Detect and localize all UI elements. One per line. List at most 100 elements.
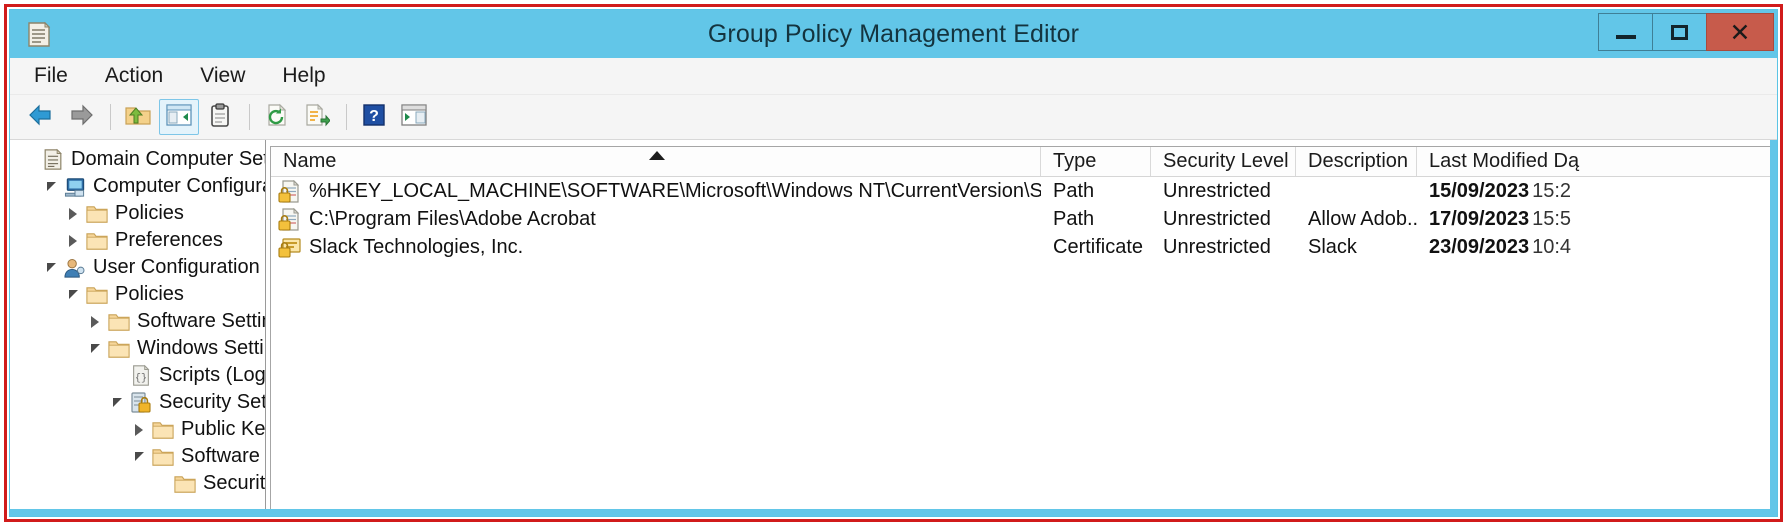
table-row[interactable]: Slack Technologies, Inc. Certificate Unres… <box>271 233 1777 261</box>
tree-item-policies[interactable]: Policies <box>10 200 265 227</box>
tree-item-label: Software Settings <box>137 310 265 332</box>
menu-item-action[interactable]: Action <box>103 62 165 90</box>
folder-icon <box>84 284 109 306</box>
expand-collapse-chevron-icon[interactable] <box>62 207 84 220</box>
folder-icon <box>84 203 109 225</box>
cell-security-level: Unrestricted <box>1163 207 1271 230</box>
tree-item-user-configuration[interactable]: User Configuration <box>10 254 265 281</box>
column-header-type[interactable]: Type <box>1041 147 1151 176</box>
cell-description: Allow Adob... <box>1308 207 1417 230</box>
path-rule-locked-icon <box>277 179 303 203</box>
tree-item-scripts-logon-logoff[interactable]: {} Scripts (Logon/Logoff) <box>10 362 265 389</box>
tree-item-public-key-policies[interactable]: Public Key Policies <box>10 416 265 443</box>
modified-time-label: 15:5 <box>1532 207 1572 230</box>
tree-item-security-levels[interactable]: Security Levels <box>10 470 265 497</box>
list-rows[interactable]: %HKEY_LOCAL_MACHINE\SOFTWARE\Microsoft\W… <box>271 177 1777 509</box>
tree-item-software-settings[interactable]: Software Settings <box>10 308 265 335</box>
show-hide-console-tree-button[interactable] <box>159 99 199 135</box>
toolbar: ? <box>10 95 1777 140</box>
window-body: Domain Computer Settings Computer Configu… <box>10 140 1777 509</box>
screenshot-root: Group Policy Management Editor ✕ File Ac… <box>0 0 1787 526</box>
console-tree-icon <box>166 103 192 131</box>
expand-collapse-chevron-icon[interactable] <box>128 423 150 436</box>
expand-collapse-chevron-icon[interactable] <box>62 234 84 247</box>
menu-item-help[interactable]: Help <box>280 62 327 90</box>
expand-collapse-chevron-icon[interactable] <box>106 398 128 407</box>
cell-type: Path <box>1053 207 1095 230</box>
up-one-level-button[interactable] <box>119 100 157 134</box>
modified-date-label: 15/09/2023 <box>1429 179 1530 202</box>
tree-item-label: Domain Computer Settings <box>71 148 265 170</box>
minimize-button[interactable] <box>1598 13 1653 51</box>
column-header-last-modified-date[interactable]: Last Modified Dą <box>1417 147 1657 176</box>
properties-button[interactable] <box>201 100 239 134</box>
tree-item-label: Windows Settings <box>137 337 265 359</box>
expand-collapse-chevron-icon[interactable] <box>84 344 106 353</box>
path-rule-locked-icon <box>277 207 303 231</box>
export-list-button[interactable] <box>298 100 336 134</box>
list-header-row: Name Type Security Level Description Las… <box>271 147 1777 177</box>
refresh-button[interactable] <box>258 100 296 134</box>
table-row[interactable]: %HKEY_LOCAL_MACHINE\SOFTWARE\Microsoft\W… <box>271 177 1777 205</box>
expand-collapse-chevron-icon[interactable] <box>40 263 62 272</box>
tree-item-software-restriction-policies[interactable]: Software Restriction Policies <box>10 443 265 470</box>
maximize-button[interactable] <box>1652 13 1707 51</box>
sort-ascending-icon <box>649 151 665 160</box>
folder-icon <box>106 311 131 333</box>
list-pane: Name Type Security Level Description Las… <box>266 140 1777 509</box>
cell-security-level: Unrestricted <box>1163 179 1271 202</box>
expand-collapse-chevron-icon[interactable] <box>84 315 106 328</box>
folder-icon <box>84 230 109 252</box>
tree-item-label: Preferences <box>115 229 223 251</box>
cell-name: C:\Program Files\Adobe Acrobat <box>271 207 1041 231</box>
modified-date-label: 17/09/2023 <box>1429 207 1530 230</box>
folder-icon <box>150 446 175 468</box>
column-header-security-level[interactable]: Security Level <box>1151 147 1296 176</box>
tree-item-label: User Configuration <box>93 256 260 278</box>
rules-list-view[interactable]: Name Type Security Level Description Las… <box>270 146 1777 509</box>
cell-security-level: Unrestricted <box>1163 235 1271 258</box>
toolbar-separator <box>249 104 250 130</box>
gpme-window: Group Policy Management Editor ✕ File Ac… <box>9 9 1778 517</box>
tree-item-computer-configuration[interactable]: Computer Configuration <box>10 173 265 200</box>
minimize-icon <box>1615 35 1636 39</box>
back-button[interactable] <box>22 100 60 134</box>
forward-button[interactable] <box>62 100 100 134</box>
expand-collapse-chevron-icon[interactable] <box>128 452 150 461</box>
tree-item-preferences[interactable]: Preferences <box>10 227 265 254</box>
tree-item-label: Scripts (Logon/Logoff) <box>159 364 265 386</box>
svg-text:{}: {} <box>134 373 146 385</box>
console-tree-pane[interactable]: Domain Computer Settings Computer Configu… <box>10 140 266 509</box>
cell-last-modified-date: 17/09/2023 15:5 <box>1417 208 1657 231</box>
folder-icon <box>150 419 175 441</box>
show-hide-action-pane-button[interactable] <box>395 100 433 134</box>
help-button[interactable]: ? <box>355 100 393 134</box>
forward-arrow-icon <box>67 103 95 132</box>
tree-item-label: Security Settings <box>159 391 265 413</box>
folder-icon <box>172 473 197 495</box>
tree-item-policies[interactable]: Policies <box>10 281 265 308</box>
user-icon <box>62 257 87 279</box>
tree-item-label: Public Key Policies <box>181 418 265 440</box>
refresh-icon <box>265 103 289 132</box>
tree-item-label: Software Restriction Policies <box>181 445 265 467</box>
menu-item-file[interactable]: File <box>32 62 70 90</box>
tree-item-windows-settings[interactable]: Windows Settings <box>10 335 265 362</box>
cell-type: Path <box>1053 179 1095 202</box>
title-bar: Group Policy Management Editor ✕ <box>10 10 1777 58</box>
column-header-name[interactable]: Name <box>271 147 1041 176</box>
policy-document-icon <box>40 148 65 171</box>
cell-type: Certificate <box>1053 235 1144 258</box>
expand-collapse-chevron-icon[interactable] <box>40 182 62 191</box>
column-header-description[interactable]: Description <box>1296 147 1417 176</box>
close-button[interactable]: ✕ <box>1706 13 1774 51</box>
tree-item-domain-computer-settings[interactable]: Domain Computer Settings <box>10 146 265 173</box>
expand-collapse-chevron-icon[interactable] <box>62 290 84 299</box>
table-row[interactable]: C:\Program Files\Adobe Acrobat Path Unrest… <box>271 205 1777 233</box>
menu-item-view[interactable]: View <box>198 62 247 90</box>
cell-last-modified-date: 15/09/2023 15:2 <box>1417 180 1657 203</box>
tree-item-label: Security Levels <box>203 472 265 494</box>
cell-last-modified-date: 23/09/2023 10:4 <box>1417 236 1657 259</box>
toolbar-separator <box>110 104 111 130</box>
tree-item-security-settings[interactable]: Security Settings <box>10 389 265 416</box>
